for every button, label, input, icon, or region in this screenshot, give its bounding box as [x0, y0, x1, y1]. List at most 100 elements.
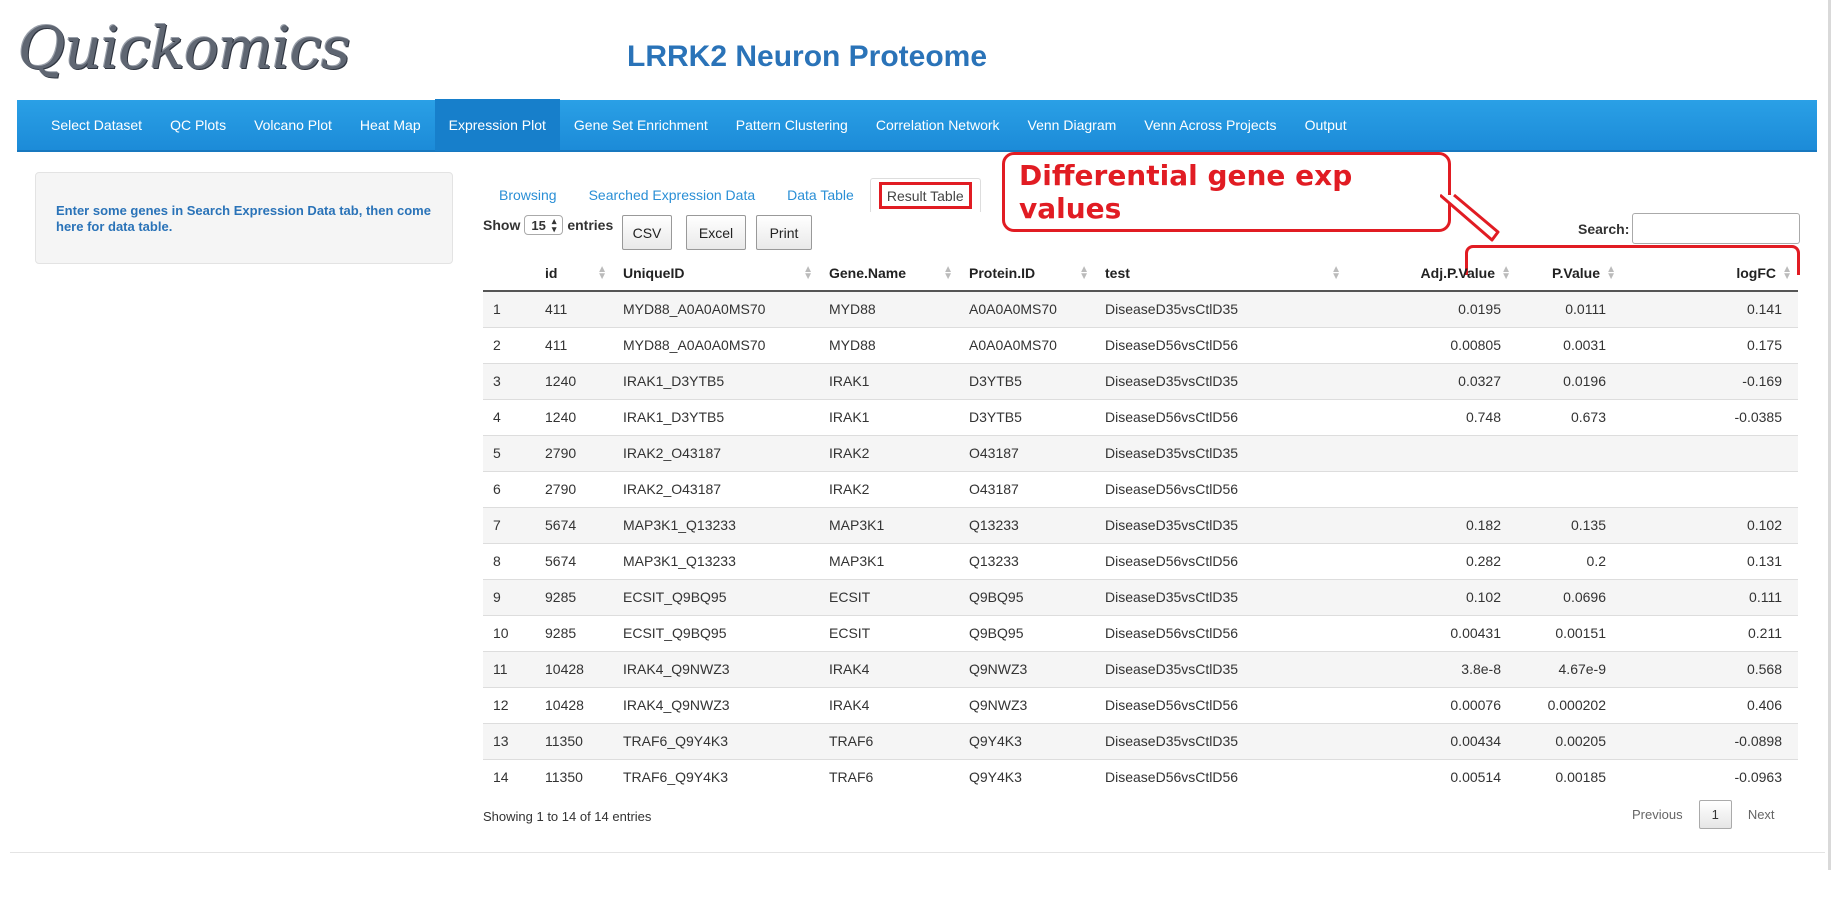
sort-icon: ▲ ▼ — [1606, 264, 1616, 282]
page-length-select[interactable]: 15 ▴ ▾ — [524, 215, 564, 235]
table-cell-index: 8 — [483, 542, 535, 579]
excel-button[interactable]: Excel — [686, 215, 746, 250]
column-header-label: Adj.P.Value — [1420, 264, 1495, 281]
nav-item-venn-across-projects[interactable]: Venn Across Projects — [1130, 99, 1290, 151]
table-cell-test: DiseaseD35vsCtlD35 — [1095, 650, 1347, 687]
column-header-label: test — [1105, 264, 1130, 281]
table-cell-p-value: 0.673 — [1517, 398, 1622, 435]
column-header-id[interactable]: id ▲ ▼ — [535, 255, 613, 292]
table-row[interactable]: 9 9285 ECSIT_Q9BQ95 ECSIT Q9BQ95 DiseaseD35vs… — [483, 578, 1798, 615]
table-cell-uniqueid: TRAF6_Q9Y4K3 — [613, 758, 819, 795]
table-cell-uniqueid: MYD88_A0A0A0MS70 — [613, 290, 819, 327]
sort-icon: ▲ ▼ — [597, 264, 607, 282]
column-header-p-value[interactable]: P.Value ▲ ▼ — [1517, 255, 1622, 292]
page-1-button[interactable]: 1 — [1698, 800, 1732, 829]
column-header-protein-id[interactable]: Protein.ID ▲ ▼ — [959, 255, 1095, 292]
table-row[interactable]: 4 1240 IRAK1_D3YTB5 IRAK1 D3YTB5 DiseaseD56vs… — [483, 398, 1798, 435]
table-header-row: id ▲ ▼ UniqueID ▲ ▼ Gene.Name ▲ ▼ Protein.ID ▲ ▼ tes… — [483, 255, 1798, 292]
tab-searched-expression-data[interactable]: Searched Expression Data — [573, 178, 772, 212]
table-cell-test: DiseaseD56vsCtlD56 — [1095, 398, 1347, 435]
table-cell-logfc: 0.111 — [1622, 578, 1798, 615]
table-cell-index: 9 — [483, 578, 535, 615]
result-table: id ▲ ▼ UniqueID ▲ ▼ Gene.Name ▲ ▼ Protein.ID ▲ ▼ tes… — [483, 255, 1798, 795]
nav-item-heat-map[interactable]: Heat Map — [346, 99, 435, 151]
nav-item-venn-diagram[interactable]: Venn Diagram — [1014, 99, 1131, 151]
table-cell-gene-name: MYD88 — [819, 326, 959, 363]
column-header-label: P.Value — [1551, 264, 1600, 281]
next-page-button[interactable]: Next — [1736, 801, 1787, 828]
nav-item-pattern-clustering[interactable]: Pattern Clustering — [722, 99, 862, 151]
nav-item-select-dataset[interactable]: Select Dataset — [37, 99, 156, 151]
table-cell-id: 1240 — [535, 398, 613, 435]
column-header-logfc[interactable]: logFC ▲ ▼ — [1622, 255, 1798, 292]
table-row[interactable]: 7 5674 MAP3K1_Q13233 MAP3K1 Q13233 DiseaseD35… — [483, 506, 1798, 543]
tab-browsing[interactable]: Browsing — [483, 178, 573, 212]
table-cell-p-value: 0.135 — [1517, 506, 1622, 543]
table-cell-gene-name: IRAK1 — [819, 362, 959, 399]
table-row[interactable]: 5 2790 IRAK2_O43187 IRAK2 O43187 DiseaseD35vs… — [483, 434, 1798, 471]
column-header-adj-p-value[interactable]: Adj.P.Value ▲ ▼ — [1347, 255, 1517, 292]
table-row[interactable]: 11 10428 IRAK4_Q9NWZ3 IRAK4 Q9NWZ3 DiseaseD35… — [483, 650, 1798, 687]
print-button[interactable]: Print — [756, 215, 812, 250]
table-cell-logfc: -0.0898 — [1622, 722, 1798, 759]
table-cell-index: 1 — [483, 290, 535, 327]
table-cell-test: DiseaseD35vsCtlD35 — [1095, 434, 1347, 471]
table-row[interactable]: 8 5674 MAP3K1_Q13233 MAP3K1 Q13233 DiseaseD56… — [483, 542, 1798, 579]
table-cell-logfc: 0.211 — [1622, 614, 1798, 651]
csv-button[interactable]: CSV — [622, 215, 672, 250]
table-cell-gene-name: TRAF6 — [819, 758, 959, 795]
table-cell-gene-name: TRAF6 — [819, 722, 959, 759]
search-input[interactable] — [1632, 213, 1800, 244]
table-row[interactable]: 12 10428 IRAK4_Q9NWZ3 IRAK4 Q9NWZ3 DiseaseD56… — [483, 686, 1798, 723]
table-cell-uniqueid: ECSIT_Q9BQ95 — [613, 578, 819, 615]
table-row[interactable]: 1 411 MYD88_A0A0A0MS70 MYD88 A0A0A0MS70 Disea… — [483, 290, 1798, 327]
table-cell-id: 2790 — [535, 470, 613, 507]
table-cell-id: 9285 — [535, 614, 613, 651]
table-cell-index: 3 — [483, 362, 535, 399]
table-cell-adj-p-value: 0.102 — [1347, 578, 1517, 615]
main-navbar: Select Dataset QC Plots Volcano Plot Heat M… — [17, 99, 1817, 152]
table-cell-protein-id: Q9NWZ3 — [959, 650, 1095, 687]
table-row[interactable]: 3 1240 IRAK1_D3YTB5 IRAK1 D3YTB5 DiseaseD35vs… — [483, 362, 1798, 399]
show-label: Show — [483, 217, 521, 233]
tab-result-table[interactable]: Result Table — [869, 178, 981, 212]
nav-item-qc-plots[interactable]: QC Plots — [156, 99, 240, 151]
column-header-gene-name[interactable]: Gene.Name ▲ ▼ — [819, 255, 959, 292]
column-header-label: Gene.Name — [829, 264, 907, 281]
table-row[interactable]: 10 9285 ECSIT_Q9BQ95 ECSIT Q9BQ95 DiseaseD56v… — [483, 614, 1798, 651]
table-cell-index: 4 — [483, 398, 535, 435]
table-cell-uniqueid: IRAK2_O43187 — [613, 434, 819, 471]
nav-item-gene-set-enrichment[interactable]: Gene Set Enrichment — [560, 99, 722, 151]
table-row[interactable]: 6 2790 IRAK2_O43187 IRAK2 O43187 DiseaseD56vs… — [483, 470, 1798, 507]
column-header-test[interactable]: test ▲ ▼ — [1095, 255, 1347, 292]
nav-item-volcano-plot[interactable]: Volcano Plot — [240, 99, 346, 151]
nav-item-output[interactable]: Output — [1291, 99, 1361, 151]
table-cell-adj-p-value: 3.8e-8 — [1347, 650, 1517, 687]
nav-item-correlation-network[interactable]: Correlation Network — [862, 99, 1014, 151]
table-row[interactable]: 13 11350 TRAF6_Q9Y4K3 TRAF6 Q9Y4K3 DiseaseD35… — [483, 722, 1798, 759]
table-cell-logfc — [1622, 470, 1798, 507]
tab-data-table[interactable]: Data Table — [771, 178, 870, 212]
table-row[interactable]: 14 11350 TRAF6_Q9Y4K3 TRAF6 Q9Y4K3 DiseaseD56… — [483, 758, 1798, 795]
table-cell-test: DiseaseD35vsCtlD35 — [1095, 578, 1347, 615]
table-cell-test: DiseaseD56vsCtlD56 — [1095, 470, 1347, 507]
table-cell-protein-id: O43187 — [959, 470, 1095, 507]
table-cell-p-value: 0.2 — [1517, 542, 1622, 579]
sidebar-panel: Enter some genes in Search Expression Da… — [35, 172, 453, 264]
table-cell-gene-name: IRAK4 — [819, 650, 959, 687]
table-cell-id: 11350 — [535, 758, 613, 795]
nav-item-expression-plot[interactable]: Expression Plot — [434, 99, 560, 151]
table-row[interactable]: 2 411 MYD88_A0A0A0MS70 MYD88 A0A0A0MS70 Disea… — [483, 326, 1798, 363]
table-cell-uniqueid: IRAK1_D3YTB5 — [613, 398, 819, 435]
table-cell-logfc: -0.0963 — [1622, 758, 1798, 795]
table-cell-index: 13 — [483, 722, 535, 759]
table-cell-p-value — [1517, 470, 1622, 507]
entries-label: entries — [567, 217, 614, 233]
previous-page-button[interactable]: Previous — [1620, 801, 1695, 828]
column-header-uniqueid[interactable]: UniqueID ▲ ▼ — [613, 255, 819, 292]
table-cell-adj-p-value: 0.00805 — [1347, 326, 1517, 363]
tab-label: Searched Expression Data — [588, 187, 756, 203]
sort-icon: ▲ ▼ — [803, 264, 813, 282]
table-cell-adj-p-value: 0.00514 — [1347, 758, 1517, 795]
search-label: Search: — [1578, 221, 1630, 237]
